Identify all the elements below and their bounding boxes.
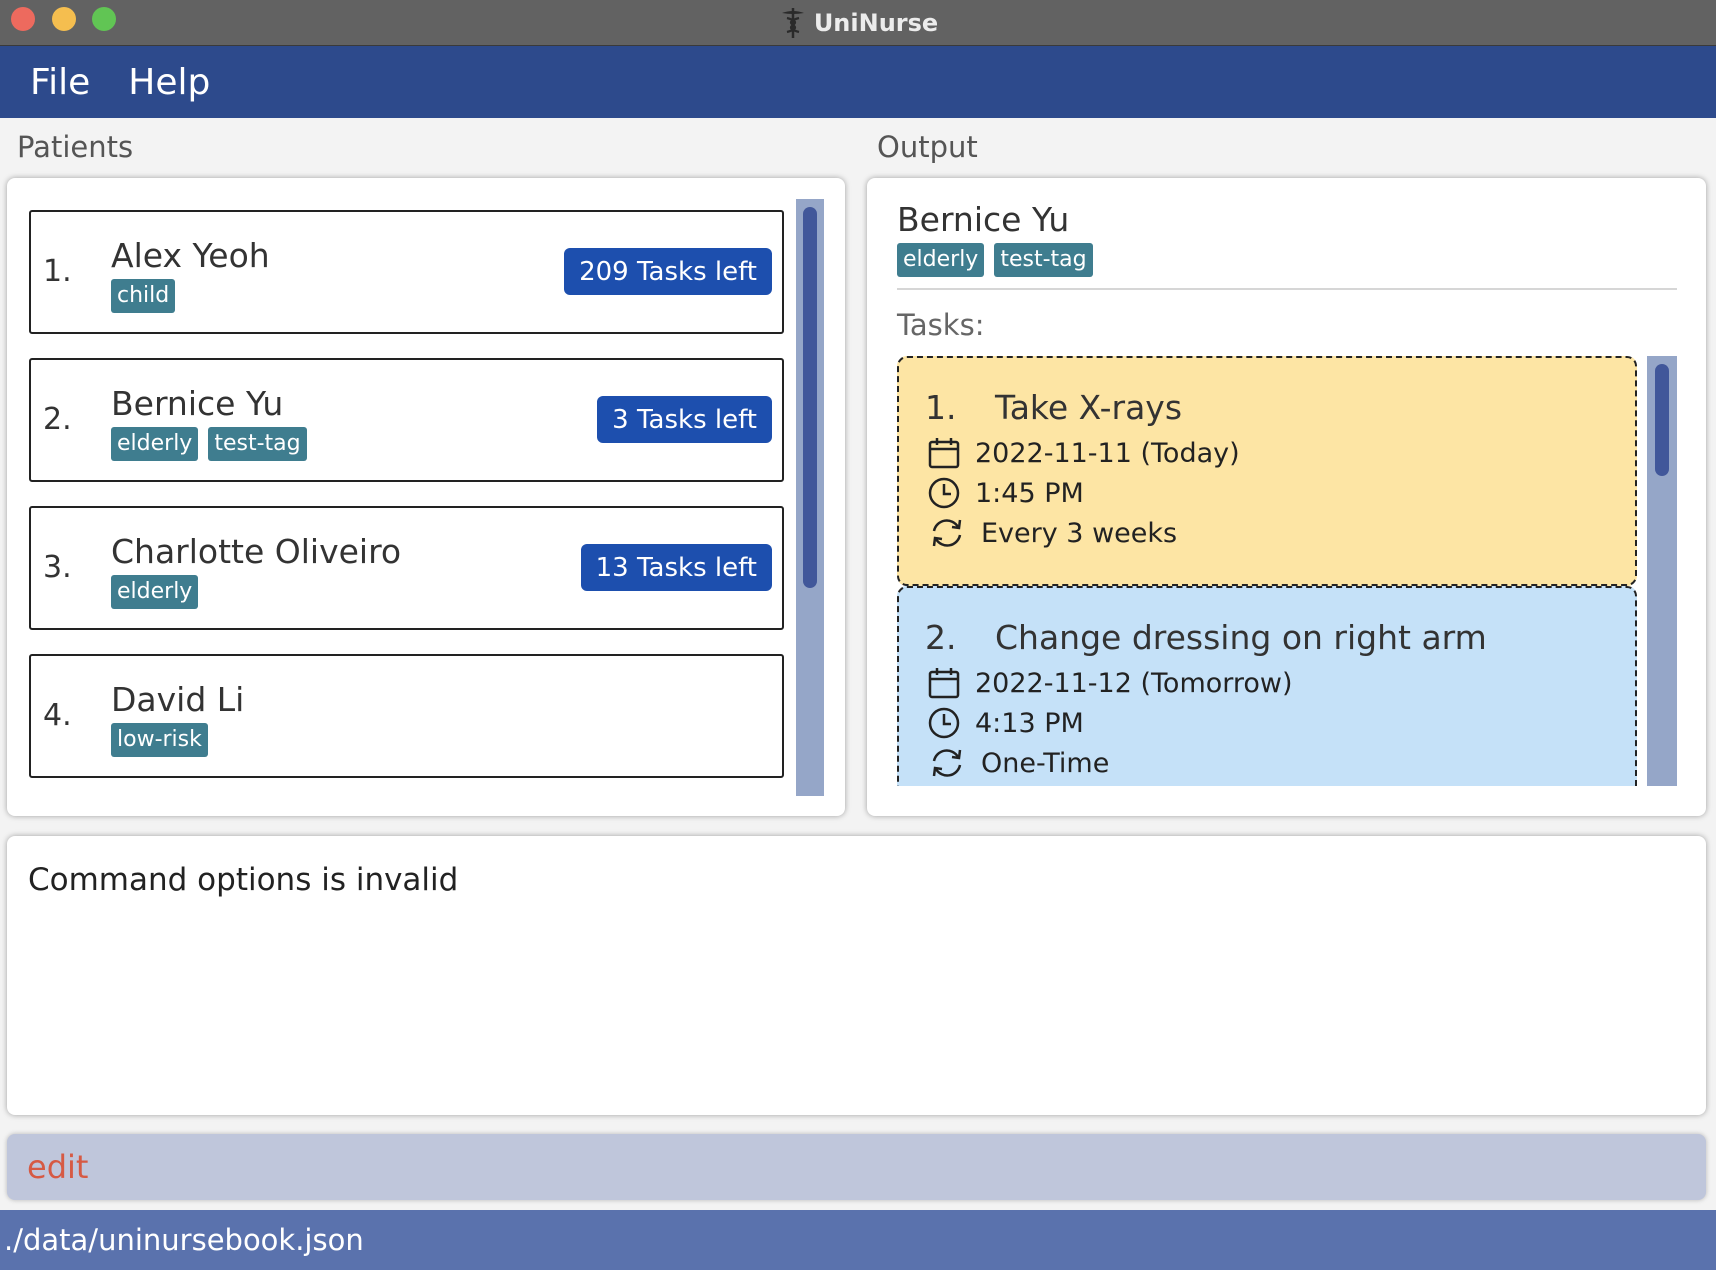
task-time: 1:45 PM [975,477,1084,509]
task-card[interactable]: 1. Take X-rays 2022-11-11 (Today) 1:45 P… [897,356,1637,586]
task-title: Take X-rays [995,388,1183,427]
patient-tag: elderly [111,575,199,609]
tasks-label: Tasks: [897,308,985,342]
task-list: 1. Take X-rays 2022-11-11 (Today) 1:45 P… [897,356,1637,786]
patient-tag: child [111,279,176,313]
data-file-path: ./data/uninursebook.json [4,1223,364,1257]
task-recurrence: One-Time [981,747,1110,779]
patient-card[interactable]: 3. Charlotte Oliveiro elderly 13 Tasks l… [29,506,784,630]
recurrence-icon [932,519,962,547]
patient-list-scrollbar[interactable] [796,199,824,796]
menu-help[interactable]: Help [128,62,210,103]
command-box[interactable] [7,1134,1706,1200]
window-title: UniNurse [813,9,939,37]
patient-tag: elderly [897,243,985,277]
recurrence-icon [932,749,962,777]
patient-name: Charlotte Oliveiro [111,532,402,571]
patient-list-scroll-thumb[interactable] [803,207,817,588]
patient-index: 1. [43,254,72,289]
task-index: 1. [925,388,957,427]
result-display: Command options is invalid [7,836,1706,1115]
calendar-icon [928,438,960,469]
task-time: 4:13 PM [975,707,1084,739]
task-date-row: 2022-11-11 (Today) [927,436,1240,470]
caduceus-icon [778,6,808,40]
calendar-icon [928,668,960,699]
output-section-label: Output [877,130,978,164]
task-list-scrollbar[interactable] [1647,356,1677,786]
task-date: 2022-11-11 (Today) [975,437,1240,469]
result-message: Command options is invalid [28,862,459,898]
patients-section-label: Patients [17,130,134,164]
selected-patient-tags: elderly test-tag [897,243,1093,277]
task-recurrence: Every 3 weeks [981,517,1178,549]
output-panel: Bernice Yu elderly test-tag Tasks: 1. Ta… [867,178,1706,816]
patient-card[interactable]: 2. Bernice Yu elderly test-tag 3 Tasks l… [29,358,784,482]
patient-list-panel: 1. Alex Yeoh child 209 Tasks left 2. Ber… [7,178,845,816]
tasks-left-badge[interactable]: 209 Tasks left [564,248,772,295]
task-title: Change dressing on right arm [995,618,1487,657]
clock-icon [928,707,960,739]
patient-tags: elderly test-tag [111,427,307,461]
patient-card[interactable]: 1. Alex Yeoh child 209 Tasks left [29,210,784,334]
output-divider [897,288,1677,290]
status-bar: ./data/uninursebook.json [0,1210,1716,1270]
window-title-group: UniNurse [0,0,1716,46]
patient-name: Bernice Yu [111,384,284,423]
patient-tag: test-tag [208,427,307,461]
patient-index: 2. [43,402,72,437]
task-date: 2022-11-12 (Tomorrow) [975,667,1293,699]
patient-name: Alex Yeoh [111,236,270,275]
patient-card[interactable]: 4. David Li low-risk [29,654,784,778]
window-title-bar: UniNurse [0,0,1716,46]
task-date-row: 2022-11-12 (Tomorrow) [927,666,1293,700]
tasks-left-badge[interactable]: 13 Tasks left [580,544,772,591]
tasks-left-badge[interactable]: 3 Tasks left [597,396,772,443]
task-time-row: 1:45 PM [927,476,1084,510]
task-recurrence-row: One-Time [927,746,1109,780]
patient-tag: low-risk [111,723,208,757]
patient-index: 3. [43,550,72,585]
clock-icon [928,477,960,509]
patient-tag: elderly [111,427,199,461]
task-recurrence-row: Every 3 weeks [927,516,1177,550]
patient-tags: low-risk [111,723,208,757]
menu-file[interactable]: File [30,62,90,103]
task-index: 2. [925,618,957,657]
patient-index: 4. [43,698,72,733]
patient-tags: child [111,279,176,313]
menu-bar: File Help [0,46,1716,118]
task-list-scroll-thumb[interactable] [1655,364,1669,476]
patient-tag: test-tag [994,243,1093,277]
command-input[interactable] [27,1148,1677,1186]
selected-patient-name: Bernice Yu [897,200,1070,239]
task-card[interactable]: 2. Change dressing on right arm 2022-11-… [897,586,1637,786]
task-time-row: 4:13 PM [927,706,1084,740]
patient-tags: elderly [111,575,199,609]
patient-name: David Li [111,680,245,719]
